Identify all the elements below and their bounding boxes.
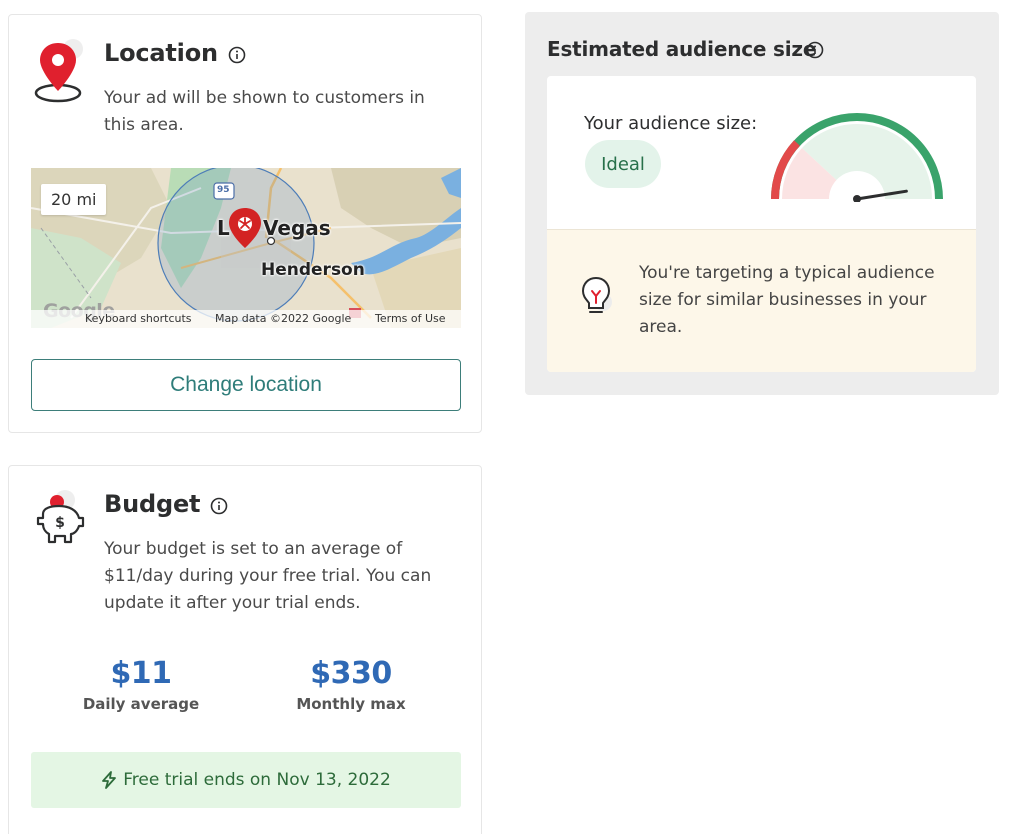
map-label-henderson: Henderson [261,260,365,280]
audience-hint-box: You're targeting a typical audience size… [547,229,976,372]
budget-title: Budget [104,490,201,518]
monthly-max-value: $330 [310,656,392,691]
audience-size-badge: Ideal [585,140,661,188]
piggy-bank-icon: $ [36,490,85,544]
monthly-max-label: Monthly max [296,695,406,713]
map-footer: Keyboard shortcuts Map data ©2022 Google… [31,310,461,328]
map-label-las-vegas-prefix: L [217,216,230,240]
info-icon[interactable] [806,41,824,59]
location-map[interactable]: 20 mi L Vegas Henderson 95 Google Keyboa… [31,168,461,328]
audience-card: Your audience size: Ideal You're targeti… [547,76,976,372]
free-trial-banner: Free trial ends on Nov 13, 2022 [31,752,461,808]
map-highway-shield: 95 [217,185,230,195]
map-label-las-vegas: Vegas [263,216,331,240]
location-card: Location Your ad will be shown to custom… [8,14,482,433]
location-description: Your ad will be shown to customers in th… [104,88,425,135]
terms-of-use-link[interactable]: Terms of Use [375,312,446,325]
map-pin-icon [34,39,83,103]
map-scale: 20 mi [41,184,107,215]
lightning-icon [102,771,117,789]
location-title: Location [104,39,218,67]
info-icon[interactable] [228,46,246,64]
monthly-max-stat: $330 Monthly max [261,656,441,713]
daily-average-stat: $11 Daily average [51,656,231,713]
change-location-button[interactable]: Change location [31,359,461,411]
audience-gauge [762,113,952,204]
map-data-attribution: Map data ©2022 Google [215,312,352,325]
keyboard-shortcuts-link[interactable]: Keyboard shortcuts [85,312,192,325]
audience-hint-text: You're targeting a typical audience size… [639,263,935,337]
audience-size-label: Your audience size: [584,113,758,134]
audience-panel: Estimated audience size Your audience si… [525,12,999,395]
daily-average-label: Daily average [82,695,200,713]
daily-average-value: $11 [110,656,172,691]
budget-card: $ Budget Your budget is set to an averag… [8,465,482,834]
info-icon[interactable] [210,497,228,515]
svg-text:$: $ [55,515,65,531]
lightbulb-icon [581,276,612,313]
budget-description: Your budget is set to an average of $11/… [104,539,432,613]
audience-title: Estimated audience size [547,37,817,61]
free-trial-text: Free trial ends on Nov 13, 2022 [123,770,391,790]
